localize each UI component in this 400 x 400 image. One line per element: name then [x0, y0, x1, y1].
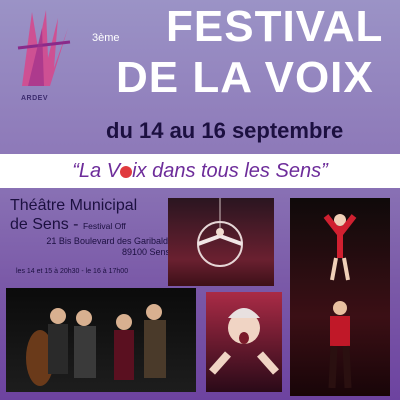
singer-photo [206, 292, 282, 392]
logo-text: ARDEV [21, 95, 49, 102]
edition-label: 3ème [92, 32, 120, 44]
festival-dates: du 14 au 16 septembre [106, 118, 344, 143]
show-times: les 14 et 15 à 20h30 - le 16 à 17h00 [16, 268, 129, 275]
tagline-start: “La V [72, 160, 121, 182]
title-festival: FESTIVAL [166, 2, 384, 51]
venue-name-line2: de Sens - [10, 216, 83, 233]
acrobats-photo [290, 198, 390, 396]
red-dot-icon [120, 165, 133, 178]
address-line1: 21 Bis Boulevard des Garibaldi [46, 236, 170, 246]
festival-off-label: Festival Off [82, 221, 126, 231]
address-line2: 89100 Sens [121, 247, 170, 257]
title-de-la-voix: DE LA VOIX [116, 53, 374, 102]
venue-address: 21 Bis Boulevard des Garibaldi 89100 Sen… [42, 236, 170, 258]
band-photo [6, 288, 196, 392]
venue-name: Théâtre Municipal de Sens - Festival Off [10, 196, 137, 236]
ardev-logo [14, 8, 74, 90]
tagline: “La V ix dans tous les Sens” [0, 154, 400, 188]
aerial-hoop-photo [168, 198, 274, 286]
venue-name-line1: Théâtre Municipal [10, 197, 138, 214]
tagline-end: ix dans tous les Sens” [132, 160, 328, 182]
